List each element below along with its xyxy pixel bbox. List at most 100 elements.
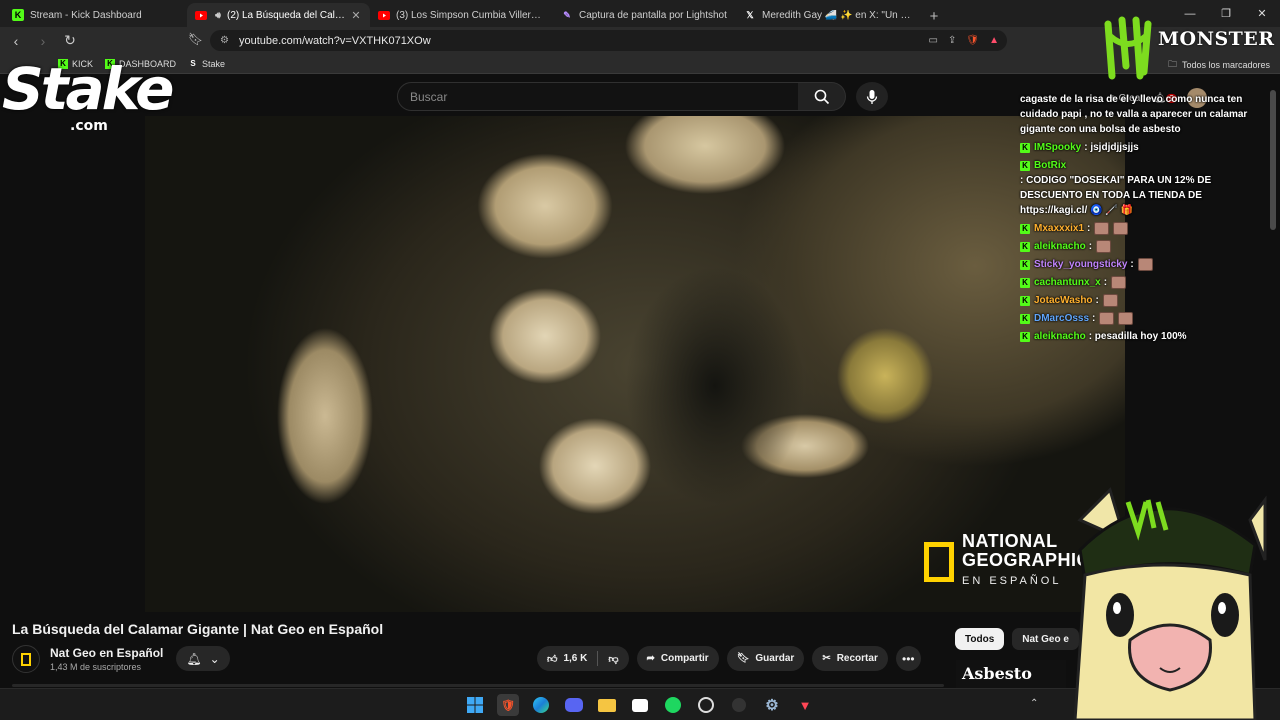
- chat-emote-icon: [1094, 222, 1110, 235]
- valorant-icon[interactable]: ▼: [794, 694, 816, 716]
- chat-emote-icon: [1113, 222, 1129, 235]
- chat-username[interactable]: IMSpooky: [1034, 140, 1081, 155]
- tab-title: Stream - Kick Dashboard: [30, 9, 142, 21]
- chat-message: K DMarcOsss:: [1020, 311, 1270, 326]
- speaker-icon: 🔊︎: [215, 9, 221, 20]
- chat-username[interactable]: cachantunx_x: [1034, 275, 1101, 290]
- stake-logo-overlay: Stake .com: [2, 56, 178, 140]
- close-tab-icon[interactable]: ✕: [350, 9, 362, 22]
- clip-button[interactable]: ✂ Recortar: [812, 646, 888, 671]
- address-url: youtube.com/watch?v=VXTHK071XOw: [238, 34, 431, 47]
- chat-message: Kaleiknacho:: [1020, 239, 1270, 254]
- chat-username[interactable]: BotRix: [1034, 158, 1066, 173]
- obs-icon[interactable]: [695, 694, 717, 716]
- chat-emote-icon: [1111, 276, 1127, 289]
- browser-tab-strip: K Stream - Kick Dashboard 🔊︎ (2) La Búsq…: [0, 0, 1280, 27]
- search-input[interactable]: Buscar: [397, 82, 799, 111]
- subscription-bell-button[interactable]: 🔔︎ ⌄: [176, 646, 230, 671]
- natgeo-logo-icon: [924, 541, 954, 582]
- kick-icon: K: [12, 9, 24, 21]
- channel-meta: Nat Geo en Español 1,43 M de suscriptore…: [50, 646, 163, 672]
- chevron-down-icon: ⌄: [209, 651, 220, 666]
- more-actions-button[interactable]: •••: [895, 646, 921, 671]
- page-scrollbar[interactable]: [1270, 90, 1276, 230]
- tab-x-meredith[interactable]: 𝕏 Meredith Gay 🚄 ✨ en X: "Un hombr: [736, 3, 919, 27]
- spotify-icon[interactable]: [662, 694, 684, 716]
- app-icon[interactable]: [728, 694, 750, 716]
- tab-youtube-calamar[interactable]: 🔊︎ (2) La Búsqueda del Calamar Gigante ✕: [187, 3, 370, 27]
- capture-app-icon[interactable]: [629, 694, 651, 716]
- browser-toolbar: ‹ › ↻ 🔖︎ ⚙︎ youtube.com/watch?v=VXTHK071…: [0, 27, 1280, 54]
- chat-username[interactable]: Sticky_youngsticky: [1034, 257, 1127, 272]
- new-tab-button[interactable]: +: [923, 5, 945, 27]
- edge-icon[interactable]: [530, 694, 552, 716]
- chat-message: K Sticky_youngsticky:: [1020, 257, 1270, 272]
- chat-message: K Mxaxxxix1:: [1020, 221, 1270, 236]
- brave-shield-icon[interactable]: 🛡︎: [966, 35, 979, 46]
- chat-username[interactable]: aleiknacho: [1034, 239, 1086, 254]
- brave-icon[interactable]: 🛡︎: [497, 694, 519, 716]
- chat-username[interactable]: DMarcOsss: [1034, 311, 1089, 326]
- chat-message-text: :: [1095, 295, 1099, 306]
- kick-badge-icon: K: [1020, 241, 1030, 252]
- bookmark-stake[interactable]: S Stake: [188, 59, 225, 69]
- screen: K Stream - Kick Dashboard 🔊︎ (2) La Búsq…: [0, 0, 1280, 720]
- chat-message-text: : CODIGO "DOSEKAI" PARA UN 12% DE DESCUE…: [1020, 175, 1212, 216]
- cast-icon[interactable]: ▭: [929, 35, 938, 46]
- windows-start-icon[interactable]: [464, 694, 486, 716]
- youtube-icon: [378, 9, 390, 21]
- voice-search-button[interactable]: [856, 82, 888, 111]
- channel-info: Nat Geo en Español 1,43 M de suscriptore…: [12, 645, 163, 673]
- chat-username[interactable]: aleiknacho: [1034, 329, 1086, 344]
- bookmark-icon: 🔖︎: [736, 653, 750, 664]
- like-button[interactable]: 👍︎ 1,6 K: [537, 646, 597, 671]
- reload-icon[interactable]: ↻: [59, 30, 81, 52]
- chat-message-text: :: [1088, 241, 1093, 252]
- taskbar-apps: 🛡︎ ⚙ ▼: [464, 694, 816, 716]
- video-player[interactable]: NATIONAL GEOGRAPHIC EN ESPAÑOL: [145, 116, 1125, 612]
- bookmark-icon[interactable]: 🔖︎: [188, 32, 203, 46]
- back-icon[interactable]: ‹: [5, 30, 27, 52]
- monster-wordmark: MONSTER: [1158, 28, 1275, 50]
- share-button[interactable]: ➦ Compartir: [636, 646, 719, 671]
- streamer-cat-avatar: [1073, 487, 1267, 720]
- chevron-up-icon[interactable]: ⌃: [1030, 698, 1038, 709]
- chat-message: K JotacWasho:: [1020, 293, 1270, 308]
- thumbs-down-icon: 👎︎: [608, 653, 619, 665]
- kick-badge-icon: K: [1020, 160, 1030, 171]
- site-info-icon[interactable]: ⚙︎: [220, 35, 229, 46]
- monster-logo-overlay: MONSTER: [1100, 16, 1275, 80]
- bookmarks-bar: K KICK K DASHBOARD S Stake 🗀 Todos los m…: [0, 54, 1280, 74]
- forward-icon[interactable]: ›: [32, 30, 54, 52]
- chip-all[interactable]: Todos: [955, 628, 1005, 650]
- discord-icon[interactable]: [563, 694, 585, 716]
- channel-avatar[interactable]: [12, 645, 40, 673]
- channel-name[interactable]: Nat Geo en Español: [50, 646, 163, 660]
- comments-divider: [12, 684, 944, 687]
- search-button[interactable]: [798, 82, 846, 111]
- kick-badge-icon: K: [1020, 223, 1030, 234]
- clip-label: Recortar: [836, 653, 878, 664]
- like-dislike-group: 👍︎ 1,6 K 👎︎: [537, 646, 629, 671]
- subscriber-count: 1,43 M de suscriptores: [50, 662, 142, 672]
- brave-rewards-icon[interactable]: ▲: [989, 35, 999, 46]
- file-explorer-icon[interactable]: [596, 694, 618, 716]
- share-icon[interactable]: ⇪: [948, 35, 956, 46]
- chat-username[interactable]: JotacWasho: [1034, 293, 1093, 308]
- bookmark-label: Stake: [202, 58, 226, 69]
- address-bar[interactable]: ⚙︎ youtube.com/watch?v=VXTHK071XOw ▭ ⇪ 🛡…: [210, 30, 1007, 51]
- tab-kick-dashboard[interactable]: K Stream - Kick Dashboard: [4, 3, 187, 27]
- kick-badge-icon: K: [1020, 142, 1030, 153]
- chat-message-text: :: [1103, 277, 1108, 288]
- chat-emote-icon: [1137, 258, 1153, 271]
- video-frame-shadow: [625, 266, 805, 506]
- stream-chat-overlay: cagaste de la risa de el y llevo como nu…: [1020, 92, 1270, 347]
- chat-username[interactable]: Mxaxxxix1: [1034, 221, 1084, 236]
- tab-lightshot[interactable]: ✎ Captura de pantalla por Lightshot: [553, 3, 736, 27]
- search-icon: [814, 89, 829, 104]
- dislike-button[interactable]: 👎︎: [598, 646, 628, 671]
- tab-simpson[interactable]: (3) Los Simpson Cumbia Villera El Pri: [370, 3, 553, 27]
- save-button[interactable]: 🔖︎ Guardar: [726, 646, 805, 671]
- tab-title: (2) La Búsqueda del Calamar Gigante: [227, 9, 350, 21]
- settings-gear-icon[interactable]: ⚙: [761, 694, 783, 716]
